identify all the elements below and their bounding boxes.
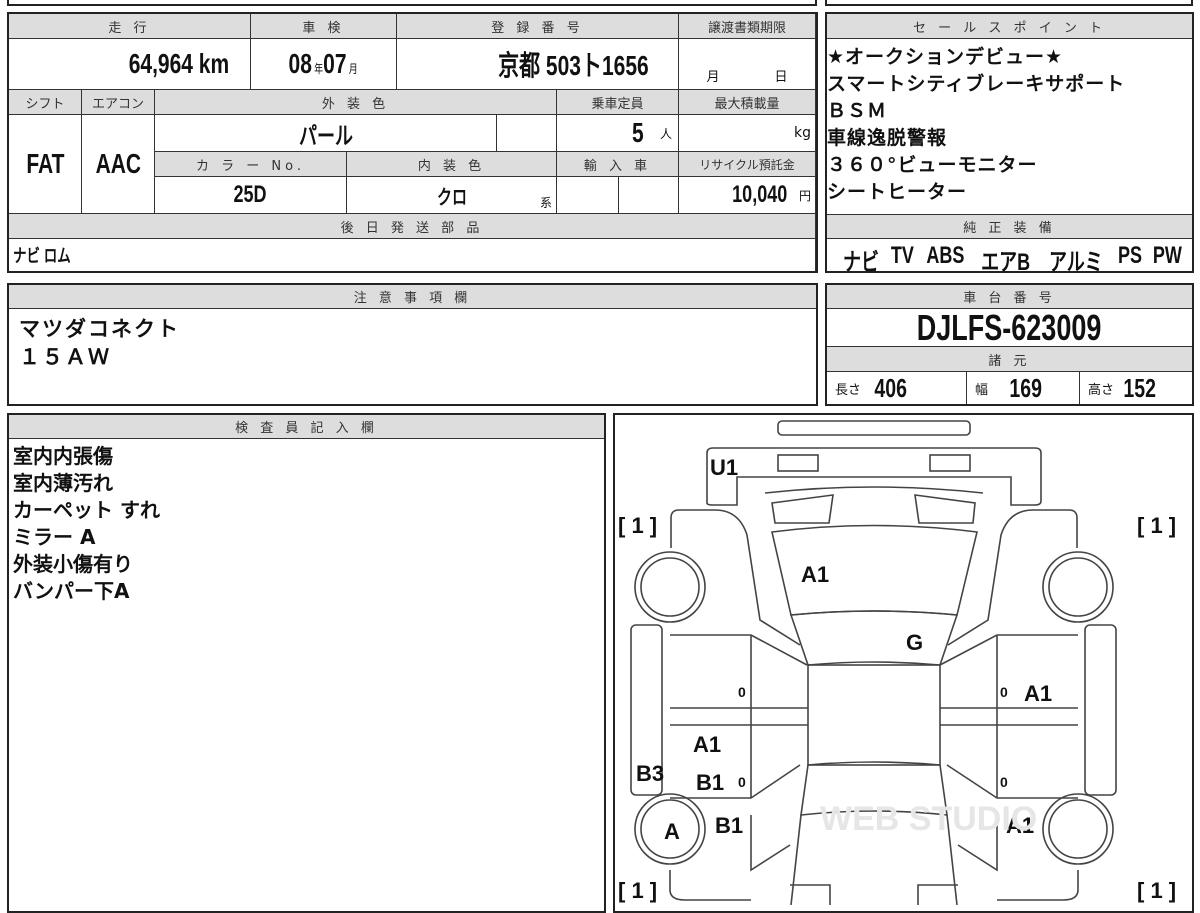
shift-value: FAT [9,115,82,214]
car-outline: U1 A1 G A1 A1 B1 B3 A B1 A1 [ 1 ] [ 1 ] … [618,420,1176,906]
exterior-color-label: 外 装 色 [155,90,557,115]
chassis-box: 車 台 番 号 DJLFS-623009 諸 元 長さ 406 幅 169 高さ 15… [825,283,1194,406]
transfer-deadline-value: 月日 [679,39,816,90]
zero-mark: 0 [1000,774,1008,790]
color-no-value: 25D [155,177,347,214]
panel-count: [ 1 ] [618,878,657,903]
color-no-label: カ ラ ー No. [155,152,347,177]
inspector-notes: 室内内張傷 室内薄汚れ カーペット すれ ミラー A 外装小傷有り バンパー下A [13,443,160,605]
panel-count: [ 1 ] [1137,878,1176,903]
exterior-color-extra [497,115,557,152]
inspection-date: 08 年07 月 [251,39,397,90]
ac-value: AAC [82,115,155,214]
chassis-number: DJLFS-623009 [827,309,1192,347]
sales-point: ★オークションデビュー★ [827,46,1064,68]
sales-points-label: セ ー ル ス ポ イ ン ト [827,14,1192,39]
registration-label: 登 録 番 号 [397,14,679,39]
exterior-color-value: パール [155,115,497,152]
later-parts-value: ナビ ロム [9,239,816,271]
max-load-label: 最大積載量 [679,90,816,115]
top-cutoff-row [7,0,817,6]
length-cell: 長さ 406 [827,372,967,404]
chassis-label: 車 台 番 号 [827,285,1192,309]
damage-mark: B1 [696,770,724,795]
damage-mark: B3 [636,761,664,786]
later-parts-label: 後 日 発 送 部 品 [9,214,816,239]
registration-number: 京都 503ト1656 [397,39,679,90]
inspector-note: 外装小傷有り [13,552,133,576]
inspector-note: ミラー A [13,525,96,549]
inspector-note: 室内薄汚れ [13,471,113,495]
mileage-value: 64,964 km [9,39,251,90]
damage-mark: G [906,630,923,655]
width-cell: 幅 169 [967,372,1080,404]
sales-point: スマートシティブレーキサポート [827,73,1126,95]
inspector-note: 室内内張傷 [13,444,113,468]
sales-point: ３６０°ビューモニター [827,154,1038,176]
equipment-item: ABS [926,242,965,269]
equipment-item: アルミ [1049,249,1104,276]
equipment-item: TV [890,242,914,269]
spec-label: 諸 元 [827,347,1192,372]
notes-box: 注 意 事 項 欄 マツダコネクト １５ＡＷ [7,283,818,406]
capacity-label: 乗車定員 [557,90,679,115]
damage-mark: A1 [693,732,721,757]
recycle-label: リサイクル預託金 [679,152,816,177]
damage-mark: U1 [710,455,738,480]
recycle-value: 10,040 円 [679,177,816,214]
sales-point: 車線逸脱警報 [827,127,948,149]
inspector-note: バンパー下A [13,579,130,603]
damage-diagram: U1 A1 G A1 A1 B1 B3 A B1 A1 [ 1 ] [ 1 ] … [613,413,1194,913]
zero-mark: 0 [738,684,746,700]
import-label: 輸 入 車 [557,152,679,177]
max-load-value: kg [679,115,816,152]
top-cutoff-box [825,0,1193,6]
import-cell-1 [557,177,619,214]
inspection-label: 車 検 [251,14,397,39]
equipment-label: 純 正 装 備 [827,214,1192,239]
equipment-item: PS [1118,242,1143,269]
zero-mark: 0 [738,774,746,790]
panel-count: [ 1 ] [1137,513,1176,538]
equipment-list: ナビ TV ABS エアB アルミ PS PW [837,242,1187,277]
sales-point: ＢＳＭ [827,100,888,122]
import-cell-2 [619,177,679,214]
height-cell: 高さ 152 [1088,372,1156,403]
panel-count: [ 1 ] [618,513,657,538]
ac-label: エアコン [82,90,155,115]
zero-mark: 0 [1000,684,1008,700]
mileage-label: 走 行 [9,14,251,39]
transfer-deadline-label: 譲渡書類期限 [679,14,816,39]
notes-text: マツダコネクト １５ＡＷ [19,317,180,369]
interior-color-value: クロ系 [347,177,557,214]
interior-color-label: 内 装 色 [347,152,557,177]
inspector-label: 検 査 員 記 入 欄 [9,415,604,439]
damage-mark: A [664,819,680,844]
watermark: WEB STUDIO [820,800,1037,838]
inspector-note: カーペット すれ [13,498,160,522]
inspector-box: 検 査 員 記 入 欄 室内内張傷 室内薄汚れ カーペット すれ ミラー A 外… [7,413,606,913]
capacity-value: 5人 [557,115,679,152]
equipment-item: PW [1153,242,1183,269]
damage-mark: A1 [801,562,829,587]
shift-label: シフト [9,90,82,115]
damage-mark: B1 [715,813,743,838]
notes-label: 注 意 事 項 欄 [9,285,816,309]
equipment-item: ナビ [843,249,879,276]
vehicle-info-table: 走 行 車 検 登 録 番 号 譲渡書類期限 64,964 km 08 年07 月 … [7,12,818,273]
sales-points-box: セ ー ル ス ポ イ ン ト ★オークションデビュー★ スマートシティブレーキ… [825,12,1194,276]
sales-point: シートヒーター [827,181,968,203]
equipment-item: エアB [980,249,1030,276]
sales-points-list: ★オークションデビュー★ スマートシティブレーキサポート ＢＳＭ 車線逸脱警報 … [827,44,1125,206]
damage-mark: A1 [1024,681,1052,706]
